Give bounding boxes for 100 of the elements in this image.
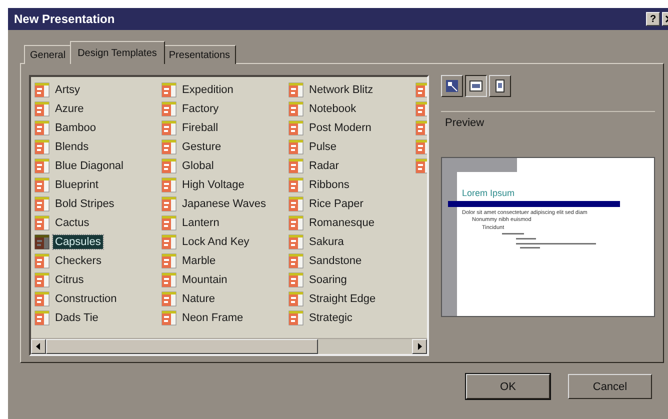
template-icon[interactable] bbox=[161, 196, 177, 212]
template-icon[interactable] bbox=[161, 138, 177, 154]
template-item[interactable]: Capsules bbox=[53, 234, 103, 248]
template-icon[interactable] bbox=[161, 214, 177, 230]
template-item[interactable]: Fireball bbox=[180, 120, 220, 134]
template-item[interactable]: Blue Diagonal bbox=[53, 158, 126, 172]
template-icon[interactable] bbox=[288, 100, 304, 116]
template-item[interactable]: Strategic bbox=[307, 310, 354, 324]
template-icon[interactable] bbox=[288, 290, 304, 306]
template-icon[interactable] bbox=[34, 290, 50, 306]
template-icon[interactable] bbox=[288, 234, 304, 250]
template-item[interactable]: Mountain bbox=[180, 272, 230, 286]
template-icon[interactable] bbox=[415, 138, 427, 154]
template-icon[interactable] bbox=[161, 234, 177, 250]
template-item[interactable]: Gesture bbox=[180, 140, 224, 154]
dialog-button[interactable]: OK bbox=[466, 374, 550, 399]
template-item[interactable]: Expedition bbox=[180, 82, 236, 96]
template-icon[interactable] bbox=[288, 252, 304, 268]
tab[interactable]: General bbox=[24, 45, 72, 64]
details-view-icon bbox=[493, 79, 507, 93]
template-icon[interactable] bbox=[34, 196, 50, 212]
view-button[interactable] bbox=[465, 75, 487, 97]
template-item[interactable]: Azure bbox=[53, 102, 86, 116]
template-item[interactable]: Blueprint bbox=[53, 178, 100, 192]
template-item[interactable]: Citrus bbox=[53, 272, 86, 286]
template-item[interactable]: Bamboo bbox=[53, 120, 98, 134]
slide-title: Lorem Ipsum bbox=[462, 188, 516, 198]
help-button[interactable]: ? bbox=[646, 12, 660, 26]
template-item[interactable]: Pulse bbox=[307, 140, 339, 154]
template-item[interactable]: Sakura bbox=[307, 234, 346, 248]
template-item[interactable]: Japanese Waves bbox=[180, 196, 268, 210]
template-icon[interactable] bbox=[288, 214, 304, 230]
template-item[interactable]: Rice Paper bbox=[307, 196, 366, 210]
template-icon[interactable] bbox=[34, 252, 50, 268]
scrollbar-thumb[interactable] bbox=[46, 339, 318, 354]
template-item[interactable]: High Voltage bbox=[180, 178, 246, 192]
template-icon[interactable] bbox=[288, 272, 304, 288]
template-item[interactable]: Factory bbox=[180, 102, 221, 116]
template-icon[interactable] bbox=[288, 138, 304, 154]
template-item[interactable]: Lock And Key bbox=[180, 234, 252, 248]
template-item[interactable]: Checkers bbox=[53, 254, 104, 268]
tab[interactable]: Presentations bbox=[162, 45, 236, 64]
template-item[interactable]: Notebook bbox=[307, 102, 358, 116]
template-icon[interactable] bbox=[415, 100, 427, 116]
template-item[interactable]: Blends bbox=[53, 140, 91, 154]
template-icon[interactable] bbox=[288, 196, 304, 212]
template-icon[interactable] bbox=[34, 82, 50, 98]
template-item[interactable]: Marble bbox=[180, 254, 218, 268]
left-arrow-icon bbox=[36, 343, 41, 350]
template-item[interactable]: Nature bbox=[180, 292, 218, 306]
template-item[interactable]: Romanesque bbox=[307, 216, 376, 230]
template-icon[interactable] bbox=[288, 120, 304, 136]
dialog-button[interactable]: Cancel bbox=[568, 374, 652, 399]
template-icon[interactable] bbox=[415, 120, 427, 136]
template-icon[interactable] bbox=[288, 176, 304, 192]
template-item[interactable]: Straight Edge bbox=[307, 292, 378, 306]
template-icon[interactable] bbox=[288, 158, 304, 174]
template-icon[interactable] bbox=[161, 310, 177, 326]
template-icon[interactable] bbox=[161, 158, 177, 174]
template-icon[interactable] bbox=[34, 138, 50, 154]
template-icon[interactable] bbox=[415, 82, 427, 98]
template-item[interactable]: Dads Tie bbox=[53, 310, 100, 324]
template-icon[interactable] bbox=[161, 176, 177, 192]
template-icon[interactable] bbox=[161, 290, 177, 306]
large-icons-view-icon bbox=[445, 79, 459, 93]
template-icon[interactable] bbox=[34, 214, 50, 230]
template-item[interactable]: Post Modern bbox=[307, 120, 374, 134]
window-title: New Presentation bbox=[14, 12, 115, 26]
template-item[interactable]: Network Blitz bbox=[307, 82, 376, 96]
template-item[interactable]: Lantern bbox=[180, 216, 222, 230]
template-icon[interactable] bbox=[34, 120, 50, 136]
template-icon[interactable] bbox=[288, 82, 304, 98]
template-item[interactable]: Bold Stripes bbox=[53, 196, 116, 210]
template-item[interactable]: Construction bbox=[53, 292, 119, 306]
template-item[interactable]: Radar bbox=[307, 158, 341, 172]
template-icon[interactable] bbox=[161, 100, 177, 116]
right-arrow-icon bbox=[417, 343, 422, 350]
template-icon[interactable] bbox=[34, 100, 50, 116]
list-view-icon bbox=[469, 79, 483, 93]
template-icon[interactable] bbox=[161, 252, 177, 268]
template-icon[interactable] bbox=[161, 120, 177, 136]
template-icon[interactable] bbox=[34, 234, 50, 250]
template-item[interactable]: Neon Frame bbox=[180, 310, 246, 324]
template-icon[interactable] bbox=[161, 272, 177, 288]
group-label: Preview bbox=[445, 117, 484, 129]
template-item[interactable]: Soaring bbox=[307, 272, 349, 286]
template-item[interactable]: Global bbox=[180, 158, 216, 172]
tab[interactable]: Design Templates bbox=[70, 41, 165, 64]
template-item[interactable]: Artsy bbox=[53, 82, 82, 96]
template-item[interactable]: Ribbons bbox=[307, 178, 352, 192]
template-icon[interactable] bbox=[34, 158, 50, 174]
template-icon[interactable] bbox=[288, 310, 304, 326]
template-icon[interactable] bbox=[34, 272, 50, 288]
template-item[interactable]: Sandstone bbox=[307, 254, 364, 268]
template-icon[interactable] bbox=[34, 176, 50, 192]
template-item[interactable]: Cactus bbox=[53, 216, 92, 230]
template-icon[interactable] bbox=[34, 310, 50, 326]
horizontal-scrollbar[interactable] bbox=[31, 338, 427, 354]
template-icon[interactable] bbox=[161, 82, 177, 98]
template-icon[interactable] bbox=[415, 158, 427, 174]
